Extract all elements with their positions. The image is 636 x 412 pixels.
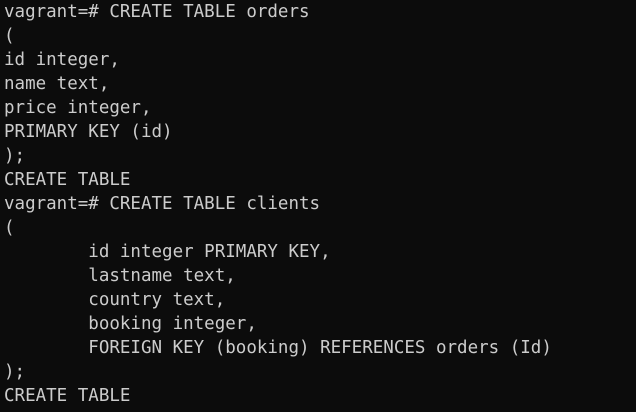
terminal-line: ); bbox=[4, 362, 26, 382]
terminal-line: FOREIGN KEY (booking) REFERENCES orders … bbox=[4, 338, 552, 358]
terminal-output-line: CREATE TABLE bbox=[4, 170, 131, 190]
terminal-line: ( bbox=[4, 218, 15, 238]
terminal-output-line: CREATE TABLE bbox=[4, 386, 131, 406]
terminal-line: PRIMARY KEY (id) bbox=[4, 122, 173, 142]
terminal-line-prompt-create-clients: vagrant=# CREATE TABLE clients bbox=[4, 194, 321, 214]
terminal-line: booking integer, bbox=[4, 314, 257, 334]
terminal-line: price integer, bbox=[4, 98, 152, 118]
terminal-line: country text, bbox=[4, 290, 226, 310]
terminal-line: ( bbox=[4, 26, 15, 46]
terminal-line: lastname text, bbox=[4, 266, 236, 286]
terminal-line: name text, bbox=[4, 74, 110, 94]
terminal-line-prompt-create-orders: vagrant=# CREATE TABLE orders bbox=[4, 2, 310, 22]
terminal-window[interactable]: vagrant=# CREATE TABLE orders ( id integ… bbox=[0, 0, 636, 412]
terminal-line: id integer, bbox=[4, 50, 120, 70]
terminal-line: id integer PRIMARY KEY, bbox=[4, 242, 331, 262]
terminal-line: ); bbox=[4, 146, 26, 166]
